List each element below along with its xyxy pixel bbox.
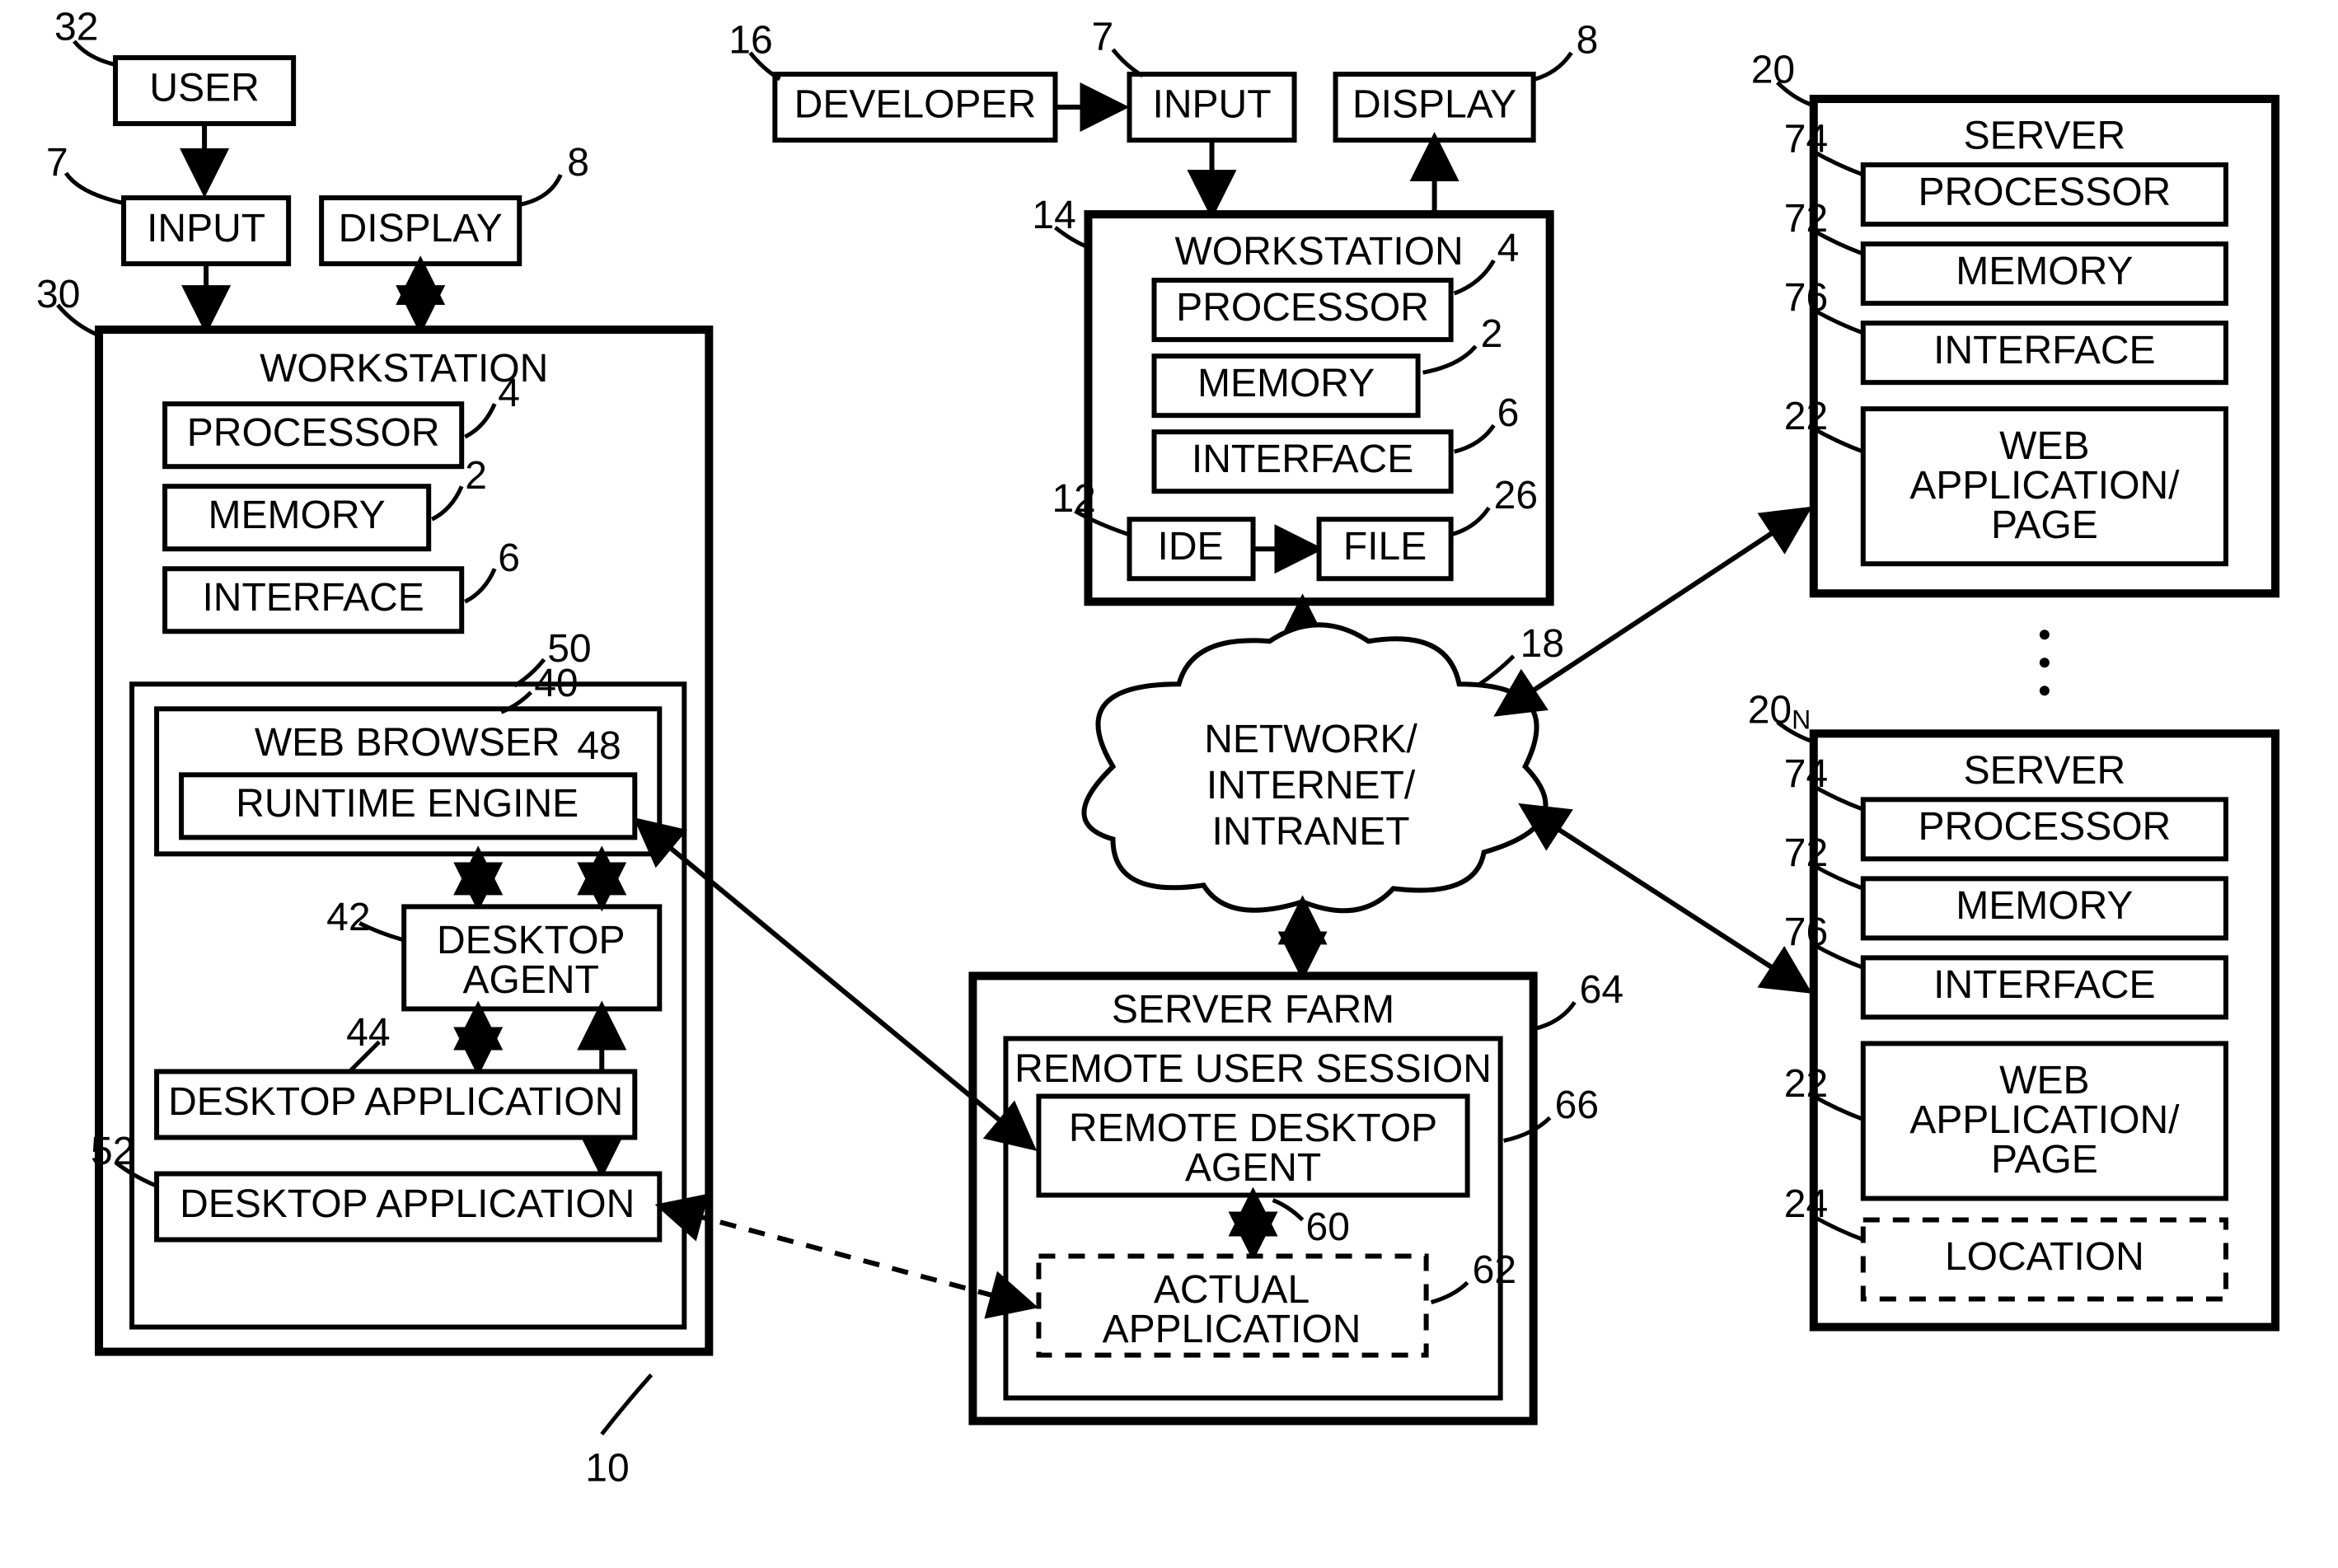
display-left-label: DISPLAY (339, 207, 503, 250)
ref-66: 66 (1555, 1084, 1599, 1127)
ide-label: IDE (1158, 525, 1224, 569)
input-mid-label: INPUT (1153, 83, 1272, 127)
actual-l2: APPLICATION (1103, 1308, 1361, 1351)
leader-8a (521, 175, 560, 204)
ref-62: 62 (1473, 1248, 1516, 1292)
ref-10: 10 (585, 1446, 629, 1490)
processor-left-label: PROCESSOR (187, 411, 440, 455)
ref-74b: 74 (1784, 752, 1828, 796)
ref-20n: 20N (1748, 688, 1811, 735)
ref-26: 26 (1494, 474, 1538, 517)
ref-8b: 8 (1577, 19, 1599, 63)
server-farm-label: SERVER FARM (1112, 988, 1394, 1032)
server-bot-label: SERVER (1964, 749, 2126, 793)
ref-12: 12 (1052, 477, 1095, 521)
ref-72a: 72 (1784, 197, 1828, 241)
ref-76a: 76 (1784, 276, 1828, 320)
processor-srv2-label: PROCESSOR (1918, 805, 2171, 849)
memory-left-label: MEMORY (208, 494, 386, 537)
input-left-label: INPUT (147, 207, 265, 250)
ref-44: 44 (346, 1011, 390, 1055)
diagram-root: USER 32 INPUT 7 DISPLAY 8 WORKSTATION 30… (0, 0, 2338, 1568)
desktop-agent-l1: DESKTOP (437, 919, 625, 962)
processor-srv1-label: PROCESSOR (1918, 171, 2171, 214)
processor-mid-label: PROCESSOR (1176, 286, 1429, 330)
ref-2b: 2 (1481, 312, 1503, 356)
leader-64 (1535, 1002, 1575, 1028)
ref-60: 60 (1306, 1205, 1350, 1249)
arrow-cloud-server-bot (1525, 807, 1806, 989)
web-browser-label: WEB BROWSER (255, 721, 560, 765)
interface-srv2-label: INTERFACE (1933, 963, 2155, 1007)
leader-10 (602, 1375, 651, 1435)
ref-32: 32 (54, 6, 98, 49)
remote-agent-l2: AGENT (1185, 1146, 1321, 1190)
location-label: LOCATION (1945, 1235, 2144, 1279)
ref-24: 24 (1784, 1182, 1828, 1226)
ref-4b: 4 (1497, 227, 1520, 270)
leader-8b (1535, 53, 1572, 79)
user-label: USER (149, 67, 259, 110)
ref-6a: 6 (498, 536, 520, 580)
ref-14: 14 (1032, 194, 1075, 237)
ref-6b: 6 (1497, 391, 1520, 435)
webapp-srv2-l2: APPLICATION/ (1909, 1098, 2180, 1142)
webapp-srv1-l3: PAGE (1991, 503, 2098, 547)
desktop-agent-l2: AGENT (463, 958, 599, 1002)
ref-74a: 74 (1784, 118, 1828, 161)
ref-52: 52 (91, 1130, 134, 1173)
ref-40: 40 (534, 662, 578, 705)
ref-42: 42 (326, 896, 370, 939)
workstation-mid-label: WORKSTATION (1174, 230, 1463, 274)
remote-session-label: REMOTE USER SESSION (1014, 1047, 1492, 1091)
interface-mid-label: INTERFACE (1192, 438, 1413, 481)
ref-48: 48 (577, 724, 621, 768)
webapp-srv2-l3: PAGE (1991, 1138, 2098, 1182)
ref-18: 18 (1520, 622, 1564, 666)
ref-22b: 22 (1784, 1062, 1828, 1106)
developer-label: DEVELOPER (794, 83, 1036, 127)
leader-18 (1478, 656, 1514, 686)
desktop-app-44-label: DESKTOP APPLICATION (168, 1080, 623, 1124)
memory-srv1-label: MEMORY (1956, 250, 2133, 293)
memory-mid-label: MEMORY (1197, 362, 1375, 405)
ref-8a: 8 (567, 141, 589, 185)
file-label: FILE (1343, 525, 1427, 569)
ref-20: 20 (1751, 49, 1795, 92)
ref-4a: 4 (498, 372, 520, 415)
cloud-l2: INTERNET/ (1206, 764, 1416, 807)
cloud-l3: INTRANET (1212, 810, 1410, 854)
ref-64: 64 (1580, 968, 1623, 1012)
webapp-srv1-l1: WEB (1999, 424, 2089, 468)
leader-7a (66, 173, 122, 203)
cloud-l1: NETWORK/ (1204, 718, 1417, 761)
ref-72b: 72 (1784, 831, 1828, 875)
ref-16: 16 (729, 19, 772, 63)
actual-l1: ACTUAL (1154, 1268, 1310, 1312)
webapp-srv1-l2: APPLICATION/ (1909, 464, 2180, 508)
ref-2a: 2 (465, 454, 487, 498)
server-top-label: SERVER (1964, 115, 2126, 158)
ref-30: 30 (36, 273, 80, 316)
display-mid-label: DISPLAY (1352, 83, 1516, 127)
desktop-app-52-label: DESKTOP APPLICATION (180, 1182, 635, 1226)
remote-agent-l1: REMOTE DESKTOP (1069, 1107, 1437, 1150)
ref-22a: 22 (1784, 395, 1828, 438)
ref-7b: 7 (1091, 16, 1113, 59)
interface-left-label: INTERFACE (202, 576, 424, 620)
ref-7a: 7 (46, 141, 68, 185)
ref-76b: 76 (1784, 910, 1828, 954)
dots-2 (2040, 658, 2050, 667)
memory-srv2-label: MEMORY (1956, 884, 2133, 928)
interface-srv1-label: INTERFACE (1933, 329, 2155, 372)
dots-1 (2040, 630, 2050, 639)
dots-3 (2040, 686, 2050, 695)
runtime-engine-label: RUNTIME ENGINE (236, 782, 579, 826)
webapp-srv2-l1: WEB (1999, 1059, 2089, 1102)
